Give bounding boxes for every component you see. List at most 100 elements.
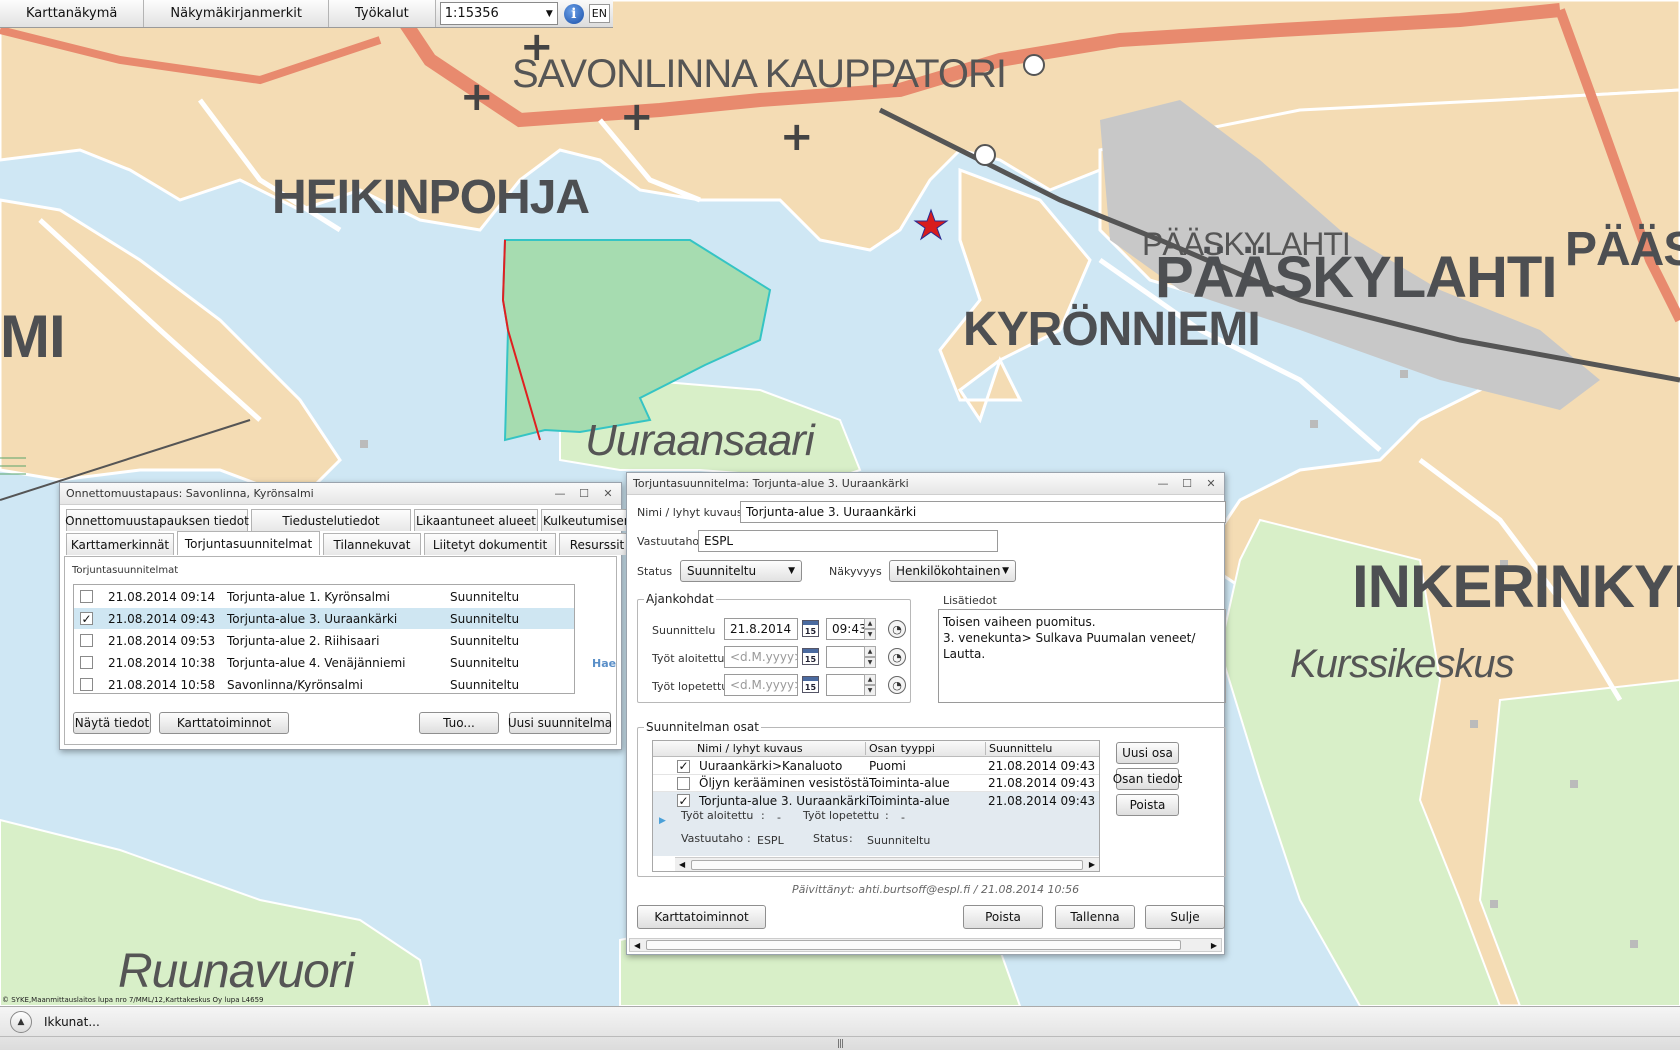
language-button[interactable]: EN [588,4,610,23]
tab-panel: Torjuntasuunnitelmat 21.08.2014 09:14 To… [64,556,617,745]
planned-time-input[interactable]: 09:43 [826,618,868,640]
list-item[interactable]: 21.08.2014 10:58 Savonlinna/Kyrönsalmi S… [74,674,574,693]
map-functions-button[interactable]: Karttatoiminnot [637,905,766,929]
tab-map-markings[interactable]: Karttamerkinnät [66,533,174,555]
minimize-icon[interactable]: — [1156,477,1170,490]
info-icon[interactable]: i [563,4,584,24]
checkbox[interactable] [80,678,93,691]
ended-time-input[interactable] [826,674,868,696]
show-details-button[interactable]: Näytä tiedot [73,712,151,734]
map-view-menu[interactable]: Karttanäkymä [0,0,145,27]
list-item[interactable]: 21.08.2014 09:14 Torjunta-alue 1. Kyröns… [74,586,574,607]
maximize-icon[interactable]: ☐ [577,487,591,500]
new-part-button[interactable]: Uusi osa [1116,742,1179,764]
clock-icon[interactable]: ◔ [888,620,906,638]
name-input[interactable]: Torjunta-alue 3. Uuraankärki [740,501,1226,523]
table-row[interactable]: ✓ Uuraankärki>Kanaluoto Puomi 21.08.2014… [653,758,1099,775]
tab-resources[interactable]: Resurssit [559,533,635,555]
incident-window-titlebar[interactable]: Onnettomuustapaus: Savonlinna, Kyrönsalm… [60,483,621,505]
planned-date-input[interactable]: 21.8.2014 [724,618,798,640]
list-item[interactable]: ✓ 21.08.2014 09:43 Torjunta-alue 3. Uura… [74,608,574,629]
plan-window-titlebar[interactable]: Torjuntasuunnitelma: Torjunta-alue 3. Uu… [627,473,1224,495]
notes-textarea[interactable]: Toisen vaiheen puomitus. 3. venekunta> S… [938,609,1226,703]
detail-status-value: Suunniteltu [867,834,931,847]
chevron-up-icon[interactable]: ▲ [10,1011,32,1033]
scroll-right-icon[interactable]: ▶ [1089,860,1095,869]
time-spinner[interactable]: ▲ ▼ [864,618,876,640]
tab-incident-info[interactable]: Onnettomuustapauksen tiedot [65,509,249,531]
checkbox[interactable]: ✓ [677,759,690,773]
table-row[interactable]: Öljyn kerääminen vesistöstä Toiminta-alu… [653,775,1099,792]
tab-polluted-areas[interactable]: Likaantuneet alueet [414,509,538,531]
list-item[interactable]: 21.08.2014 09:53 Torjunta-alue 2. Riihis… [74,630,574,651]
parts-grid: Nimi / lyhyt kuvaus Osan tyyppi Suunnitt… [652,740,1100,872]
scroll-left-icon[interactable]: ◀ [634,941,640,950]
checkbox[interactable] [80,590,93,603]
scrollbar-thumb[interactable] [691,859,1083,870]
status-select[interactable]: Suunniteltu ▼ [680,560,802,582]
col-header-name[interactable]: Nimi / lyhyt kuvaus [697,742,803,755]
plan-name: Torjunta-alue 1. Kyrönsalmi [227,589,390,604]
ended-date-input[interactable]: <d.M.yyyy> [724,674,798,696]
bookmarks-menu[interactable]: Näkymäkirjanmerkit [144,0,329,27]
tab-intelligence[interactable]: Tiedustelutiedot [251,509,411,531]
resize-grip[interactable]: ||| [0,1036,1680,1050]
time-spinner[interactable]: ▲ ▼ [864,674,876,696]
search-link[interactable]: Hae [592,657,616,670]
import-button[interactable]: Tuo... [419,712,499,734]
minimize-icon[interactable]: — [553,487,567,500]
scrollbar-thumb[interactable] [646,940,1181,950]
scroll-left-icon[interactable]: ◀ [679,860,685,869]
tools-menu[interactable]: Työkalut [329,0,436,27]
checkbox[interactable] [677,776,690,790]
tab-response-plans[interactable]: Torjuntasuunnitelmat [177,531,320,555]
clock-icon[interactable]: ◔ [888,648,906,666]
part-info-button[interactable]: Osan tiedot [1113,768,1182,790]
horizontal-scrollbar[interactable]: ◀ ▶ [675,857,1099,871]
started-time-input[interactable] [826,646,868,668]
map-functions-button[interactable]: Karttatoiminnot [159,712,289,734]
maximize-icon[interactable]: ☐ [1180,477,1194,490]
col-header-planned[interactable]: Suunnittelu [985,742,1052,755]
tab-attached-documents[interactable]: Liitetyt dokumentit [424,533,556,555]
visibility-select[interactable]: Henkilökohtainen ▼ [889,560,1016,582]
save-button[interactable]: Tallenna [1055,905,1135,929]
calendar-icon[interactable]: 15 [802,620,819,637]
scroll-right-icon[interactable]: ▶ [1211,941,1217,950]
tab-situation-pictures[interactable]: Tilannekuvat [323,533,421,555]
started-date-input[interactable]: <d.M.yyyy> [724,646,798,668]
detail-resp-value: ESPL [757,834,784,847]
checkbox[interactable]: ✓ [80,612,93,625]
delete-part-button[interactable]: Poista [1116,794,1179,816]
scale-select[interactable]: 1:15356 ▼ [439,2,558,25]
col-header-type[interactable]: Osan tyyppi [865,742,935,755]
row-indicator-icon: ▶ [659,816,666,826]
checkbox[interactable] [80,656,93,669]
plan-status: Suunniteltu [450,611,520,626]
close-icon[interactable]: ✕ [1204,477,1218,490]
close-icon[interactable]: ✕ [601,487,615,500]
calendar-icon[interactable]: 15 [802,648,819,665]
times-group-title: Ajankohdat [644,592,716,606]
part-type: Toiminta-alue [869,793,950,808]
plan-date: 21.08.2014 09:53 [108,633,216,648]
plan-status: Suunniteltu [450,655,520,670]
list-item[interactable]: 21.08.2014 10:38 Torjunta-alue 4. Venäjä… [74,652,574,673]
new-plan-button[interactable]: Uusi suunnitelma [508,712,612,734]
window-horizontal-scrollbar[interactable]: ◀ ▶ [629,938,1222,952]
time-spinner[interactable]: ▲ ▼ [864,646,876,668]
checkbox[interactable]: ✓ [677,794,690,807]
part-planned: 21.08.2014 09:43 [988,759,1096,773]
clock-icon[interactable]: ◔ [888,676,906,694]
checkbox[interactable] [80,634,93,647]
windows-menu[interactable]: Ikkunat... [44,1015,100,1029]
updated-info: Päivittänyt: ahti.burtsoff@espl.fi / 21.… [792,883,1080,896]
calendar-icon[interactable]: 15 [802,676,819,693]
plan-date: 21.08.2014 10:58 [108,677,216,692]
parts-group-title: Suunnitelman osat [644,720,761,734]
close-button[interactable]: Sulje [1145,905,1225,929]
delete-button[interactable]: Poista [963,905,1043,929]
responsible-input[interactable]: ESPL [698,530,998,552]
table-row-selected[interactable]: ✓ Torjunta-alue 3. Uuraankärki Toiminta-… [653,792,1099,856]
plan-status: Suunniteltu [450,633,520,648]
